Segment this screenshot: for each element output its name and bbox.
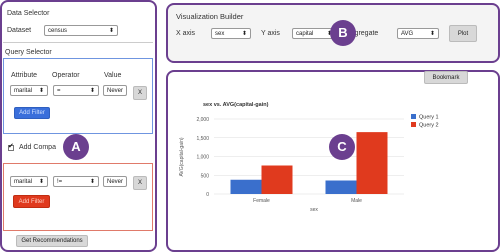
- legend-label: Query 2: [419, 123, 439, 129]
- x-axis-label: sex: [310, 207, 318, 213]
- legend-label: Query 1: [419, 115, 439, 121]
- y-tick-label: 1,000: [196, 155, 209, 161]
- y-tick-label: 0: [206, 192, 209, 198]
- x-tick-label: Female: [253, 198, 270, 204]
- bar: [261, 165, 293, 194]
- bar: [325, 180, 357, 194]
- x-tick-label: Male: [351, 198, 362, 204]
- bar: [230, 179, 262, 194]
- panel-c-badge: C: [329, 134, 355, 160]
- bar: [356, 132, 388, 194]
- y-tick-label: 2,000: [196, 117, 209, 123]
- legend-swatch: [411, 122, 416, 127]
- bar-chart: sex vs. AVG(capital-gain) AVG(capital-ga…: [179, 102, 439, 213]
- y-tick-label: 500: [201, 173, 210, 179]
- y-tick-label: 1,500: [196, 136, 209, 142]
- legend-swatch: [411, 114, 416, 119]
- y-axis-label: AVG(capital-gain): [179, 137, 185, 176]
- chart-title: sex vs. AVG(capital-gain): [203, 102, 269, 108]
